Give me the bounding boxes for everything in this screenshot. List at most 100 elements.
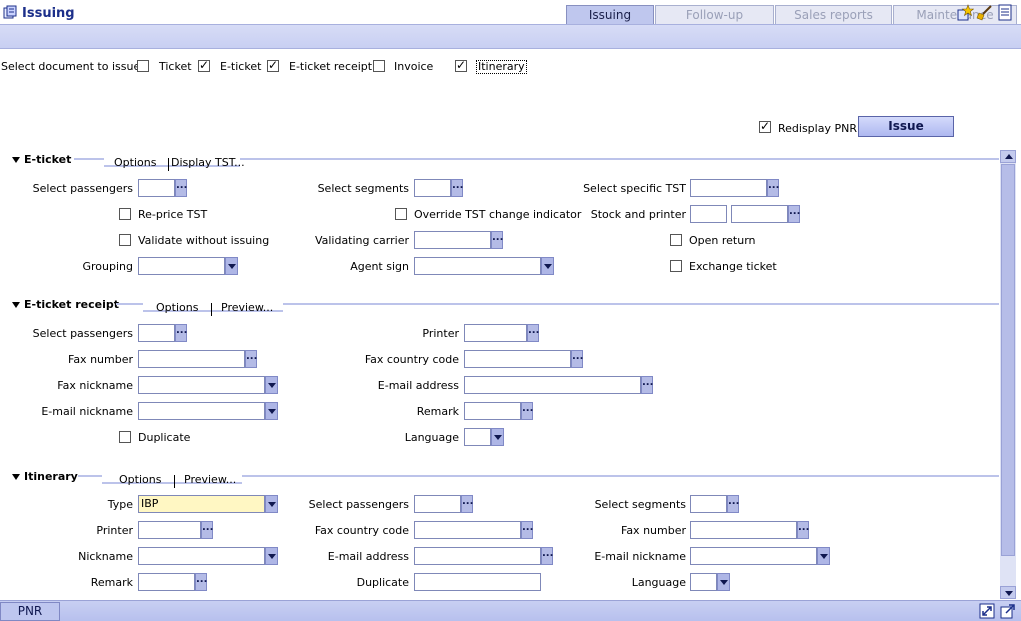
eticket-tab-options[interactable]: Options bbox=[114, 156, 156, 169]
reprice-tst-checkbox[interactable] bbox=[119, 208, 131, 220]
eticket-segments-picker-button[interactable]: ... bbox=[451, 179, 463, 197]
itinerary-fax-country-code-field[interactable] bbox=[414, 521, 521, 539]
receipt-passengers-field[interactable] bbox=[138, 324, 175, 342]
receipt-remark-picker-button[interactable]: ... bbox=[521, 402, 533, 420]
validating-carrier-field[interactable] bbox=[414, 231, 491, 249]
specific-tst-picker-button[interactable]: ... bbox=[767, 179, 779, 197]
notepad-icon[interactable] bbox=[996, 4, 1013, 21]
stock-printer-picker-button[interactable]: ... bbox=[788, 205, 800, 223]
eticket-segments-field[interactable] bbox=[414, 179, 451, 197]
invoice-checkbox[interactable] bbox=[373, 60, 385, 72]
popout-icon[interactable] bbox=[1000, 603, 1016, 619]
tab-follow-up[interactable]: Follow-up bbox=[655, 5, 774, 24]
eticket-tab-display-tst[interactable]: Display TST... bbox=[171, 156, 245, 169]
itinerary-nickname-dropdown-button[interactable] bbox=[265, 547, 278, 565]
receipt-fax-number-field[interactable] bbox=[138, 350, 245, 368]
receipt-remark-field[interactable] bbox=[464, 402, 521, 420]
itinerary-email-nickname-select[interactable] bbox=[690, 547, 817, 565]
receipt-section-title[interactable]: E-ticket receipt bbox=[12, 298, 119, 311]
tab-sales-reports[interactable]: Sales reports bbox=[775, 5, 892, 24]
itinerary-type-dropdown-button[interactable] bbox=[265, 495, 278, 513]
receipt-email-address-label: E-mail address bbox=[377, 379, 459, 392]
arrow-up-icon bbox=[1005, 154, 1013, 159]
receipt-language-select[interactable] bbox=[464, 428, 491, 446]
itinerary-language-select[interactable] bbox=[690, 573, 717, 591]
receipt-language-dropdown-button[interactable] bbox=[491, 428, 504, 446]
issue-button[interactable]: Issue bbox=[858, 116, 954, 137]
agent-sign-select[interactable] bbox=[414, 257, 541, 275]
receipt-fax-nickname-select[interactable] bbox=[138, 376, 265, 394]
itinerary-printer-field[interactable] bbox=[138, 521, 201, 539]
chevron-down-icon bbox=[820, 554, 828, 559]
itinerary-remark-picker-button[interactable]: ... bbox=[195, 573, 207, 591]
receipt-email-nickname-select[interactable] bbox=[138, 402, 265, 420]
receipt-fax-country-code-field[interactable] bbox=[464, 350, 571, 368]
broom-icon[interactable] bbox=[976, 4, 993, 21]
validate-without-issuing-checkbox[interactable] bbox=[119, 234, 131, 246]
override-tst-checkbox[interactable] bbox=[395, 208, 407, 220]
receipt-remark-label: Remark bbox=[416, 405, 459, 418]
eticket-passengers-field[interactable] bbox=[138, 179, 175, 197]
itinerary-printer-picker-button[interactable]: ... bbox=[201, 521, 213, 539]
receipt-printer-field[interactable] bbox=[464, 324, 527, 342]
itinerary-duplicate-field[interactable] bbox=[414, 573, 541, 591]
grouping-dropdown-button[interactable] bbox=[225, 257, 238, 275]
ticket-checkbox[interactable] bbox=[137, 60, 149, 72]
divider bbox=[74, 158, 104, 160]
chevron-down-icon bbox=[268, 554, 276, 559]
receipt-tab-options[interactable]: Options bbox=[156, 301, 198, 314]
open-return-checkbox[interactable] bbox=[670, 234, 682, 246]
reprice-tst-label: Re-price TST bbox=[138, 208, 208, 221]
itinerary-language-dropdown-button[interactable] bbox=[717, 573, 730, 591]
eticket-passengers-picker-button[interactable]: ... bbox=[175, 179, 187, 197]
receipt-passengers-picker-button[interactable]: ... bbox=[175, 324, 187, 342]
pnr-tab[interactable]: PNR bbox=[0, 602, 60, 621]
scrollbar-thumb[interactable] bbox=[1001, 164, 1015, 556]
itinerary-fax-number-picker-button[interactable]: ... bbox=[797, 521, 809, 539]
printer-field[interactable] bbox=[731, 205, 788, 223]
itinerary-type-select[interactable]: IBP bbox=[138, 495, 265, 513]
itinerary-fax-country-code-picker-button[interactable]: ... bbox=[521, 521, 533, 539]
specific-tst-field[interactable] bbox=[690, 179, 767, 197]
itinerary-tab-options[interactable]: Options bbox=[119, 473, 161, 486]
itinerary-email-address-field[interactable] bbox=[414, 547, 541, 565]
itinerary-checkbox[interactable]: ✓ bbox=[455, 58, 467, 72]
receipt-email-nickname-dropdown-button[interactable] bbox=[265, 402, 278, 420]
exchange-ticket-label: Exchange ticket bbox=[689, 260, 777, 273]
receipt-tab-preview[interactable]: Preview... bbox=[221, 301, 273, 314]
tab-issuing[interactable]: Issuing bbox=[566, 5, 654, 24]
itinerary-passengers-field[interactable] bbox=[414, 495, 461, 513]
itinerary-fax-number-field[interactable] bbox=[690, 521, 797, 539]
grouping-select[interactable] bbox=[138, 257, 225, 275]
scroll-up-button[interactable] bbox=[1000, 150, 1016, 163]
receipt-printer-picker-button[interactable]: ... bbox=[527, 324, 539, 342]
itinerary-segments-picker-button[interactable]: ... bbox=[727, 495, 739, 513]
itinerary-section-title[interactable]: Itinerary bbox=[12, 470, 78, 483]
eticket-receipt-checkbox[interactable]: ✓ bbox=[267, 58, 279, 72]
eticket-section-title[interactable]: E-ticket bbox=[12, 153, 71, 166]
vertical-scrollbar[interactable] bbox=[1000, 150, 1016, 599]
receipt-email-address-field[interactable] bbox=[464, 376, 641, 394]
itinerary-segments-field[interactable] bbox=[690, 495, 727, 513]
redisplay-pnr-checkbox[interactable]: ✓ bbox=[759, 119, 771, 133]
star-icon[interactable] bbox=[957, 4, 974, 21]
stock-field[interactable] bbox=[690, 205, 727, 223]
itinerary-email-address-picker-button[interactable]: ... bbox=[541, 547, 553, 565]
receipt-duplicate-checkbox[interactable] bbox=[119, 431, 131, 443]
agent-sign-dropdown-button[interactable] bbox=[541, 257, 554, 275]
itinerary-remark-field[interactable] bbox=[138, 573, 195, 591]
validating-carrier-picker-button[interactable]: ... bbox=[491, 231, 503, 249]
itinerary-nickname-select[interactable] bbox=[138, 547, 265, 565]
expand-icon[interactable] bbox=[979, 603, 995, 619]
receipt-fax-number-picker-button[interactable]: ... bbox=[245, 350, 257, 368]
scroll-down-button[interactable] bbox=[1000, 586, 1016, 599]
itinerary-passengers-picker-button[interactable]: ... bbox=[461, 495, 473, 513]
exchange-ticket-checkbox[interactable] bbox=[670, 260, 682, 272]
receipt-email-address-picker-button[interactable]: ... bbox=[641, 376, 653, 394]
eticket-checkbox[interactable]: ✓ bbox=[198, 58, 210, 72]
chevron-down-icon bbox=[720, 580, 728, 585]
itinerary-email-nickname-dropdown-button[interactable] bbox=[817, 547, 830, 565]
receipt-fax-country-code-picker-button[interactable]: ... bbox=[571, 350, 583, 368]
receipt-fax-nickname-dropdown-button[interactable] bbox=[265, 376, 278, 394]
itinerary-tab-preview[interactable]: Preview... bbox=[184, 473, 236, 486]
